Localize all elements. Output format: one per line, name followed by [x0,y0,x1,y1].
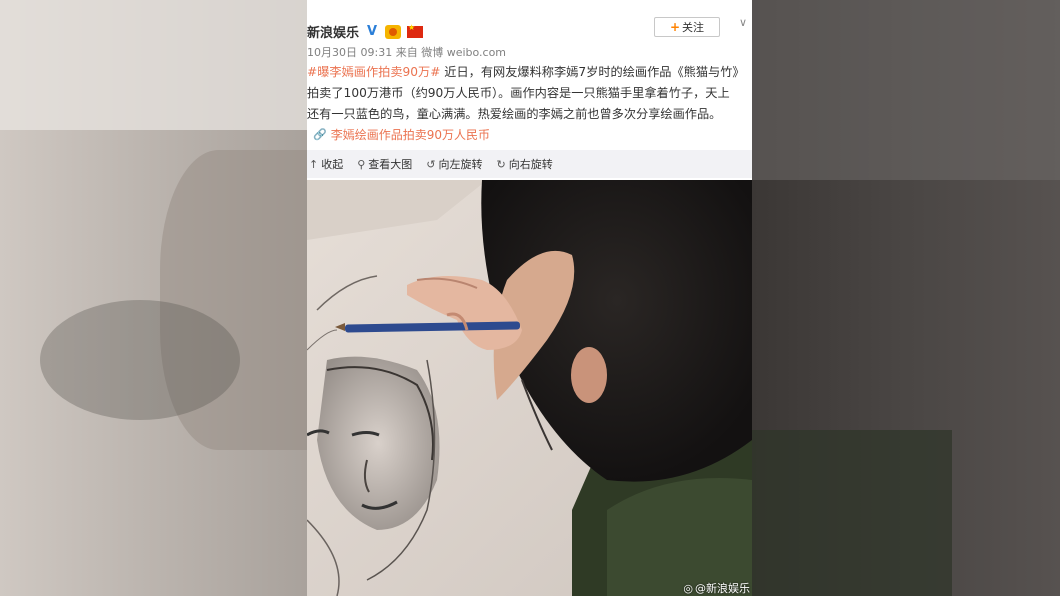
rotate-left-button[interactable]: ↺ 向左旋转 [426,156,482,172]
china-flag-icon [407,23,424,38]
image-toolbar: ↑ 收起 ⚲ 查看大图 ↺ 向左旋转 ↻ 向右旋转 [307,150,752,178]
view-large-button[interactable]: ⚲ 查看大图 [357,156,412,172]
blur-highlight [0,0,307,130]
rotate-right-label: 向右旋转 [508,158,553,171]
watermark-text: @新浪娱乐 [695,582,750,595]
view-large-label: 查看大图 [368,158,413,171]
blurred-background-right [752,0,1060,596]
rotate-left-icon: ↺ [426,157,436,171]
weibo-post: 新浪娱乐 V + 关注 ∨ 10月30日 09:31 来自 微博 weibo.c… [307,0,752,596]
rotate-right-button[interactable]: ↻ 向右旋转 [497,156,553,172]
plus-icon: + [669,20,681,34]
blur-shadow [40,300,240,420]
post-header: 新浪娱乐 V + 关注 ∨ 10月30日 09:31 来自 微博 weibo.c… [307,0,752,180]
blurred-background-left [0,0,307,596]
link-icon: 🔗 [313,128,327,141]
source[interactable]: 来自 微博 weibo.com [396,46,506,59]
account-row: 新浪娱乐 V [307,22,424,41]
drawing-photo [307,180,752,596]
collapse-icon: ↑ [309,157,319,171]
hashtag-link[interactable]: #曝李嫣画作拍卖90万# [307,65,440,79]
post-meta: 10月30日 09:31 来自 微博 weibo.com [307,44,506,60]
vip-badge-icon [385,24,402,39]
follow-label: 关注 [682,21,705,34]
body-line-1: #曝李嫣画作拍卖90万# 近日，有网友爆料称李嫣7岁时的绘画作品《熊猫与竹》 [307,62,752,83]
rotate-left-label: 向左旋转 [438,158,483,171]
article-link[interactable]: 🔗 李嫣绘画作品拍卖90万人民币 [313,126,490,143]
blur-shadow [752,430,952,596]
verified-v-icon: V [366,24,378,39]
watermark: ◎ @新浪娱乐 [683,580,750,596]
weibo-logo-icon: ◎ [683,581,693,595]
follow-button[interactable]: + 关注 [654,17,720,37]
body-text: 近日，有网友爆料称李嫣7岁时的绘画作品《熊猫与竹》 [440,65,745,79]
timestamp[interactable]: 10月30日 09:31 [307,46,392,59]
collapse-label: 收起 [321,158,344,171]
body-line-2: 拍卖了100万港币（约90万人民币）。画作内容是一只熊猫手里拿着竹子，天上 [307,86,730,100]
blur-highlight [752,0,1060,180]
account-name[interactable]: 新浪娱乐 [307,22,359,41]
rotate-right-icon: ↻ [496,157,506,171]
chevron-down-icon[interactable]: ∨ [739,16,752,30]
body-line-3: 还有一只蓝色的鸟，童心满满。热爱绘画的李嫣之前也曾多次分享绘画作品。 [307,107,722,121]
post-photo[interactable]: ◎ @新浪娱乐 [307,180,752,596]
post-body: #曝李嫣画作拍卖90万# 近日，有网友爆料称李嫣7岁时的绘画作品《熊猫与竹》 拍… [307,62,752,125]
magnifier-icon: ⚲ [357,157,366,171]
article-link-text: 李嫣绘画作品拍卖90万人民币 [330,128,490,142]
collapse-button[interactable]: ↑ 收起 [309,156,343,172]
